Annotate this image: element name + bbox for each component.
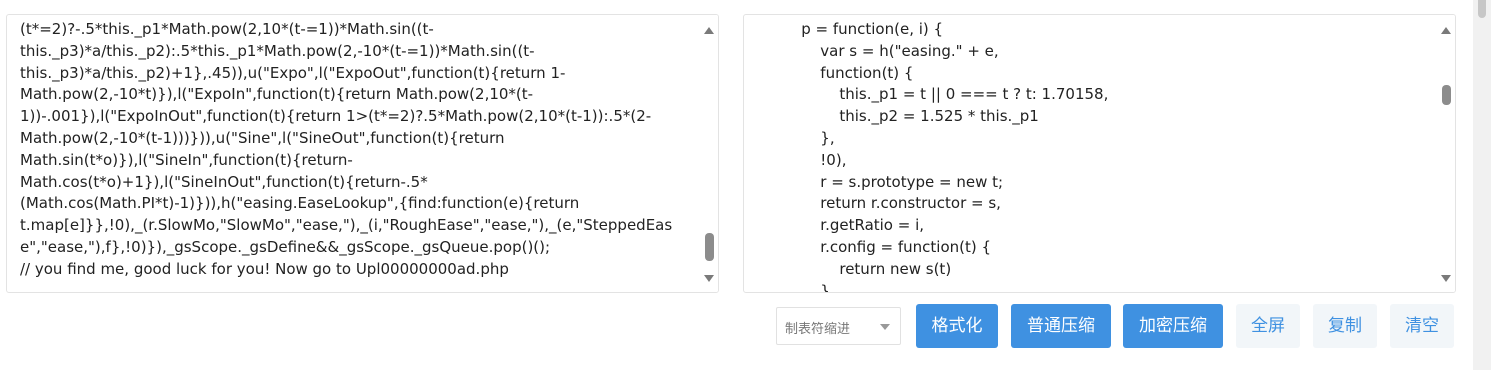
code-line: this._p2 = 1.525 * this._p1 xyxy=(744,107,1039,126)
code-line: Math.pow(2,-10*t)}),l("ExpoIn",function(… xyxy=(20,85,534,104)
code-line: function(t) { xyxy=(744,63,914,82)
input-scrollbar[interactable] xyxy=(700,15,718,292)
copy-button[interactable]: 复制 xyxy=(1313,304,1377,348)
code-line: e","ease,"),f},!0)}),_gsScope._gsDefine&… xyxy=(20,237,551,256)
input-code-text[interactable]: (t*=2)?-.5*this._p1*Math.pow(2,10*(t-=1)… xyxy=(20,19,698,281)
code-line: Math.sin(t*o)}),l("SineIn",function(t){r… xyxy=(20,150,353,169)
code-line: Math.cos(t*o)+1}),l("SineInOut",function… xyxy=(20,172,428,191)
output-code-text[interactable]: p = function(e, i) { var s = h("easing."… xyxy=(744,19,1435,293)
page-scroll-thumb[interactable] xyxy=(1478,0,1486,18)
code-line: return r.constructor = s, xyxy=(744,194,1001,213)
fullscreen-button[interactable]: 全屏 xyxy=(1236,304,1300,348)
code-line: this._p3)*a/this._p2)+1},.45)),u("Expo",… xyxy=(20,63,566,82)
code-line: (Math.cos(Math.PI*t)-1)})),h("easing.Eas… xyxy=(20,194,580,213)
format-button[interactable]: 格式化 xyxy=(916,304,998,348)
indent-select[interactable]: 制表符缩进 xyxy=(776,307,901,345)
code-line: r.getRatio = i, xyxy=(744,216,925,235)
scroll-up-arrow-icon[interactable] xyxy=(704,27,714,34)
code-line: p = function(e, i) { xyxy=(744,20,944,38)
output-code-panel[interactable]: p = function(e, i) { var s = h("easing."… xyxy=(743,14,1456,293)
code-line: } xyxy=(744,281,830,293)
scroll-thumb[interactable] xyxy=(705,233,714,261)
code-line: (t*=2)?-.5*this._p1*Math.pow(2,10*(t-=1)… xyxy=(20,20,434,38)
indent-select-value: 制表符缩进 xyxy=(785,321,851,336)
compress-button[interactable]: 普通压缩 xyxy=(1011,304,1111,348)
code-line: r = s.prototype = new t; xyxy=(744,172,1004,191)
code-line: return new s(t) xyxy=(744,259,952,278)
code-line: !0), xyxy=(744,150,847,169)
code-line: this._p1 = t || 0 === t ? t: 1.70158, xyxy=(744,85,1109,104)
code-line: 1))-.001}),l("ExpoInOut",function(t){ret… xyxy=(20,107,652,126)
scroll-down-arrow-icon[interactable] xyxy=(1441,275,1451,282)
code-line: // you find me, good luck for you! Now g… xyxy=(20,259,509,278)
code-line: t.map[e]}},!0),_(r.SlowMo,"SlowMo","ease… xyxy=(20,216,673,235)
clear-button[interactable]: 清空 xyxy=(1390,304,1454,348)
encrypt-compress-button[interactable]: 加密压缩 xyxy=(1123,304,1223,348)
page-scrollbar[interactable] xyxy=(1473,0,1491,370)
code-line: }, xyxy=(744,128,835,147)
code-line: var s = h("easing." + e, xyxy=(744,41,999,60)
code-line: r.config = function(t) { xyxy=(744,237,992,256)
scroll-thumb[interactable] xyxy=(1442,85,1451,105)
input-code-panel[interactable]: (t*=2)?-.5*this._p1*Math.pow(2,10*(t-=1)… xyxy=(6,14,719,293)
output-scrollbar[interactable] xyxy=(1437,15,1455,292)
scroll-down-arrow-icon[interactable] xyxy=(704,275,714,282)
scroll-up-arrow-icon[interactable] xyxy=(1441,27,1451,34)
code-line: this._p3)*a/this._p2):.5*this._p1*Math.p… xyxy=(20,41,535,60)
chevron-down-icon xyxy=(880,324,890,330)
code-line: Math.pow(2,-10*(t-1)))})),u("Sine",l("Si… xyxy=(20,128,505,147)
